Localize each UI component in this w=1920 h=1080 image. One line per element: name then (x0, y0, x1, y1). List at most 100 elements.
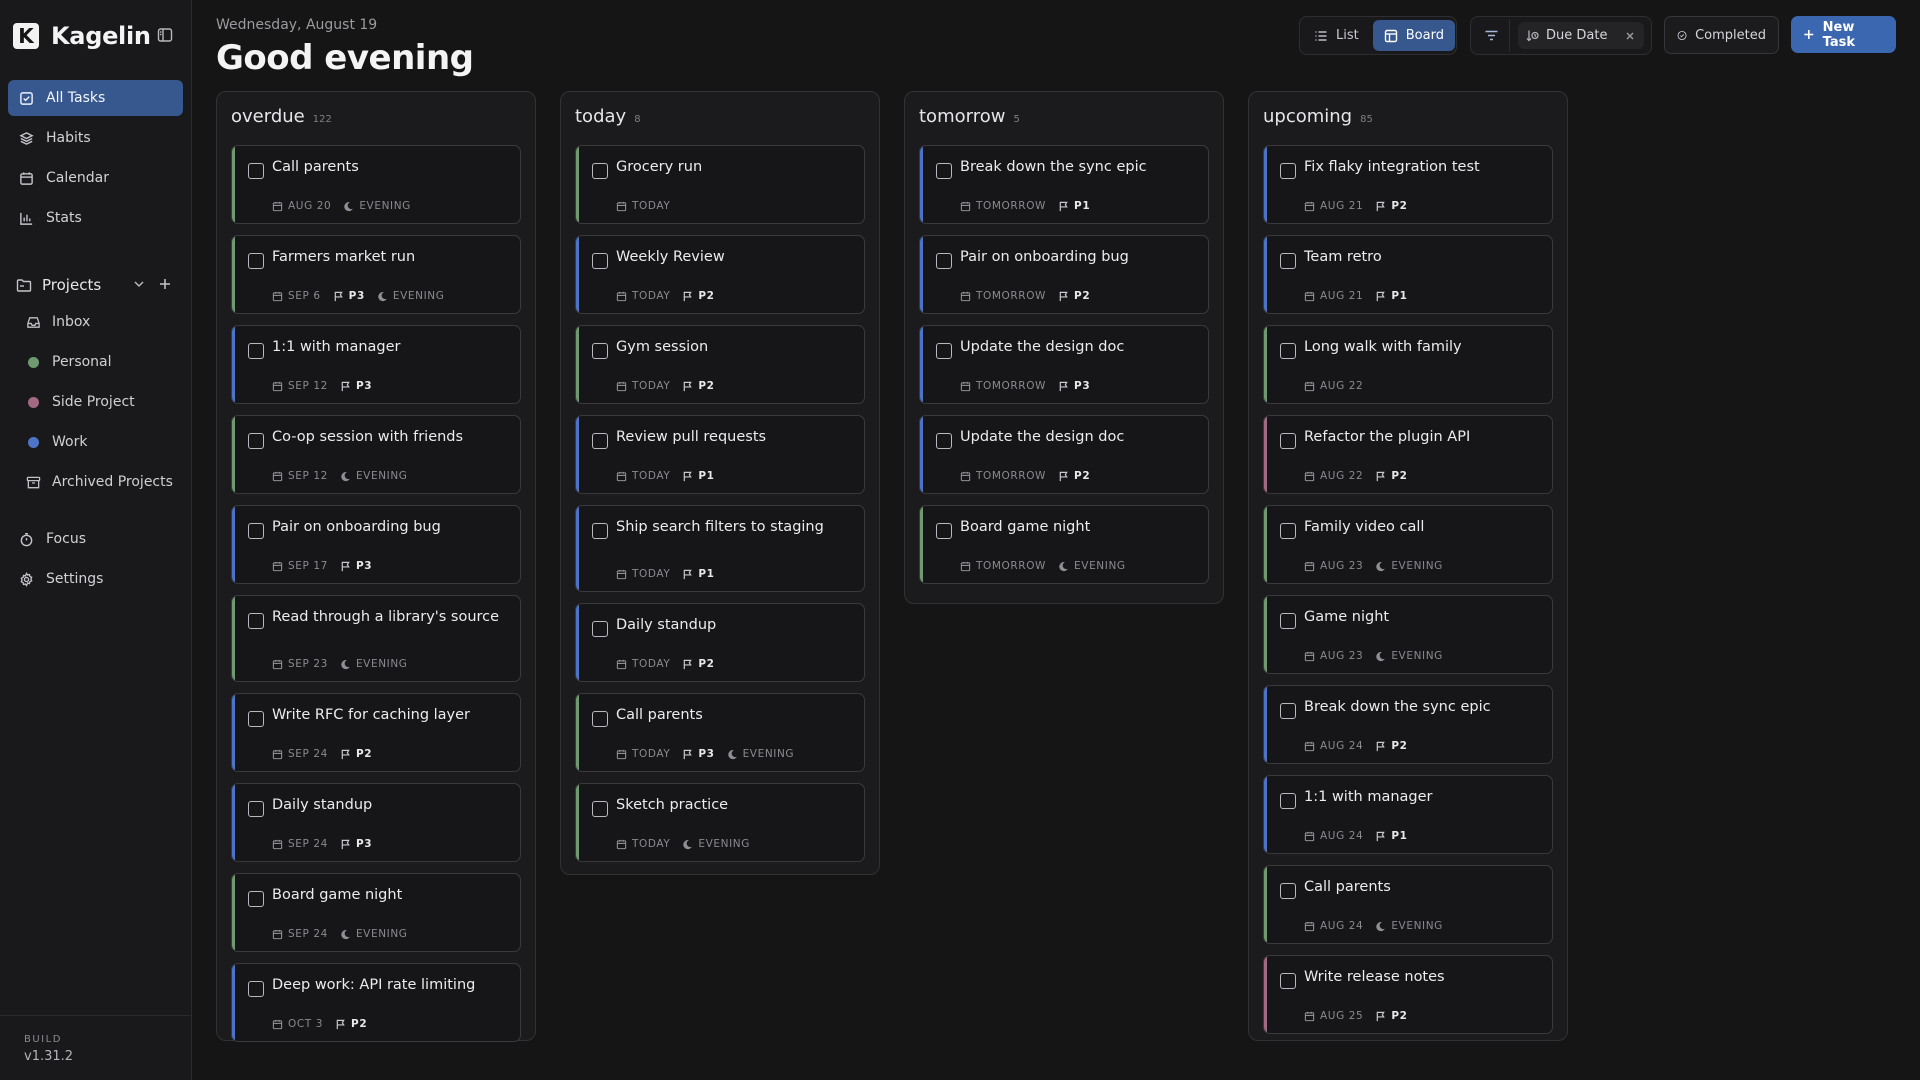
calendar-icon (1304, 1011, 1315, 1021)
task-checkbox[interactable] (1280, 343, 1296, 359)
task-card[interactable]: Board game night SEP 24 EVENING (231, 873, 521, 952)
task-card[interactable]: Long walk with family AUG 22 (1263, 325, 1553, 404)
board-view-button[interactable]: Board (1372, 20, 1455, 51)
brand[interactable]: K Kagelin (13, 22, 151, 50)
task-checkbox[interactable] (592, 433, 608, 449)
project-inbox[interactable]: Inbox (20, 304, 185, 340)
task-card[interactable]: Call parents AUG 24 EVENING (1263, 865, 1553, 944)
task-checkbox[interactable] (248, 981, 264, 997)
task-checkbox[interactable] (936, 253, 952, 269)
task-card[interactable]: 1:1 with manager SEP 12 P3 (231, 325, 521, 404)
task-card[interactable]: Grocery run TODAY (575, 145, 865, 224)
task-card[interactable]: Daily standup SEP 24 P3 (231, 783, 521, 862)
task-checkbox[interactable] (248, 613, 264, 629)
task-checkbox[interactable] (592, 163, 608, 179)
task-checkbox[interactable] (1280, 883, 1296, 899)
task-priority: P2 (682, 658, 714, 670)
filter-button[interactable] (1474, 20, 1510, 51)
task-card[interactable]: Break down the sync epic AUG 24 P2 (1263, 685, 1553, 764)
project-work[interactable]: Work (20, 424, 185, 460)
task-card[interactable]: Read through a library's source SEP 23 EVE… (231, 595, 521, 682)
task-card[interactable]: Game night AUG 23 EVENING (1263, 595, 1553, 674)
task-checkbox[interactable] (936, 523, 952, 539)
task-card[interactable]: Co-op session with friends SEP 12 EVENING (231, 415, 521, 494)
task-checkbox[interactable] (1280, 163, 1296, 179)
nav-settings[interactable]: Settings (8, 561, 183, 597)
task-card[interactable]: Team retro AUG 21 P1 (1263, 235, 1553, 314)
project-personal[interactable]: Personal (20, 344, 185, 380)
sort-chip[interactable]: Due Date (1518, 22, 1645, 49)
task-card[interactable]: Refactor the plugin API AUG 22 P2 (1263, 415, 1553, 494)
nav-stats[interactable]: Stats (8, 200, 183, 236)
project-archived[interactable]: Archived Projects (20, 464, 185, 500)
task-checkbox[interactable] (592, 343, 608, 359)
task-card[interactable]: Family video call AUG 23 EVENING (1263, 505, 1553, 584)
nav-calendar[interactable]: Calendar (8, 160, 183, 196)
project-side-project[interactable]: Side Project (20, 384, 185, 420)
task-checkbox[interactable] (936, 343, 952, 359)
task-checkbox[interactable] (1280, 703, 1296, 719)
task-checkbox[interactable] (936, 433, 952, 449)
task-card[interactable]: Gym session TODAY P2 (575, 325, 865, 404)
due-date: SEP 12 (288, 470, 328, 482)
task-checkbox[interactable] (592, 711, 608, 727)
task-card[interactable]: Pair on onboarding bug TOMORROW P2 (919, 235, 1209, 314)
project-accent-bar (1264, 956, 1267, 1033)
task-checkbox[interactable] (1280, 613, 1296, 629)
task-checkbox[interactable] (592, 253, 608, 269)
task-card[interactable]: Update the design doc TOMORROW P2 (919, 415, 1209, 494)
task-checkbox[interactable] (248, 711, 264, 727)
task-checkbox[interactable] (248, 343, 264, 359)
task-checkbox[interactable] (248, 253, 264, 269)
task-card[interactable]: Pair on onboarding bug SEP 17 P3 (231, 505, 521, 584)
task-checkbox[interactable] (1280, 253, 1296, 269)
sidebar-toggle-icon[interactable] (157, 27, 173, 43)
task-checkbox[interactable] (936, 163, 952, 179)
task-checkbox[interactable] (1280, 433, 1296, 449)
task-card[interactable]: Call parents TODAY P3 EVENING (575, 693, 865, 772)
due-date: TODAY (632, 200, 671, 212)
calendar-icon (960, 561, 971, 571)
nav-habits[interactable]: Habits (8, 120, 183, 156)
task-checkbox[interactable] (1280, 793, 1296, 809)
task-checkbox[interactable] (248, 523, 264, 539)
close-icon[interactable] (1624, 30, 1636, 42)
column-count: 8 (634, 114, 641, 125)
list-view-button[interactable]: List (1303, 20, 1370, 51)
new-task-button[interactable]: New Task (1791, 16, 1896, 53)
task-card[interactable]: Review pull requests TODAY P1 (575, 415, 865, 494)
task-card[interactable]: Sketch practice TODAY EVENING (575, 783, 865, 862)
nav-focus[interactable]: Focus (8, 521, 183, 557)
chevron-down-icon[interactable] (132, 277, 146, 291)
task-card[interactable]: Write RFC for caching layer SEP 24 P2 (231, 693, 521, 772)
add-project-icon[interactable] (157, 276, 173, 292)
priority-label: P3 (348, 290, 365, 302)
task-checkbox[interactable] (1280, 973, 1296, 989)
task-checkbox[interactable] (592, 801, 608, 817)
task-card[interactable]: Deep work: API rate limiting OCT 3 P2 (231, 963, 521, 1042)
completed-button[interactable]: Completed (1664, 16, 1779, 54)
task-checkbox[interactable] (248, 433, 264, 449)
task-card[interactable]: Daily standup TODAY P2 (575, 603, 865, 682)
task-card[interactable]: Weekly Review TODAY P2 (575, 235, 865, 314)
task-card[interactable]: 1:1 with manager AUG 24 P1 (1263, 775, 1553, 854)
nav-all-tasks[interactable]: All Tasks (8, 80, 183, 116)
task-checkbox[interactable] (592, 621, 608, 637)
task-card[interactable]: Farmers market run SEP 6 P3 EVENING (231, 235, 521, 314)
projects-label: Projects (42, 276, 102, 294)
task-card[interactable]: Write release notes AUG 25 P2 (1263, 955, 1553, 1034)
task-checkbox[interactable] (1280, 523, 1296, 539)
task-card[interactable]: Ship search filters to staging TODAY P1 (575, 505, 865, 592)
task-card[interactable]: Update the design doc TOMORROW P3 (919, 325, 1209, 404)
task-checkbox[interactable] (592, 523, 608, 539)
project-accent-bar (576, 416, 579, 493)
task-card[interactable]: Call parents AUG 20 EVENING (231, 145, 521, 224)
task-checkbox[interactable] (248, 891, 264, 907)
calendar-icon (272, 381, 283, 391)
task-card[interactable]: Board game night TOMORROW EVENING (919, 505, 1209, 584)
task-checkbox[interactable] (248, 163, 264, 179)
task-checkbox[interactable] (248, 801, 264, 817)
task-card[interactable]: Fix flaky integration test AUG 21 P2 (1263, 145, 1553, 224)
task-card[interactable]: Break down the sync epic TOMORROW P1 (919, 145, 1209, 224)
projects-header[interactable]: Projects (8, 272, 183, 298)
